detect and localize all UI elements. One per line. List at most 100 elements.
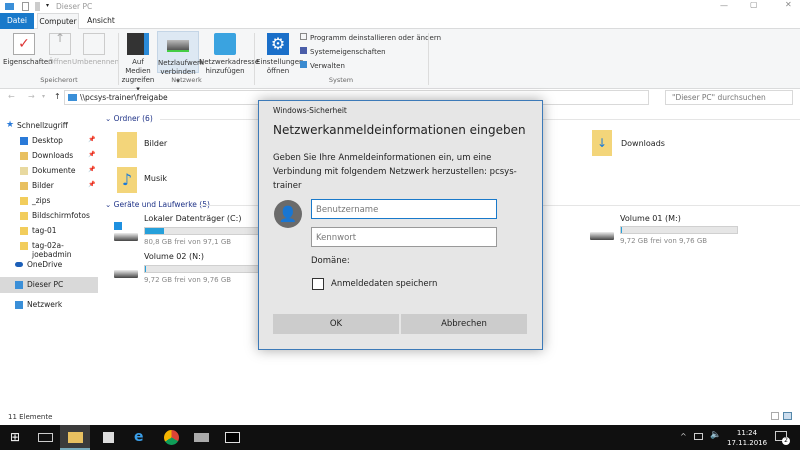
navigation-pane: ★ Schnellzugriff Desktop 📌 Downloads 📌 Dok… [0,110,100,310]
folder-icon [20,137,28,145]
up-icon[interactable]: ↑ [54,92,61,101]
label: Öffnen [48,58,72,66]
taskbar-explorer[interactable] [60,425,90,450]
drive-icon [114,270,138,278]
gear-icon: ⚙ [267,33,289,55]
drive-free-text: 9,72 GB frei von 9,76 GB [144,276,232,284]
properties-qat-icon[interactable] [22,2,29,11]
auf-medien-zugreifen-button[interactable]: Auf Medien zugreifen ▾ [120,33,156,94]
rename-icon [83,33,105,55]
label: tag-02a-joebadmin [32,241,72,259]
new-folder-qat-icon[interactable] [35,2,40,11]
server-manager-icon[interactable] [194,433,209,442]
folder-icon [20,152,28,160]
time: 11:24 [736,429,758,437]
verwalten-button[interactable]: Verwalten [300,61,345,71]
drive-usage-bar [620,226,738,234]
chrome-icon[interactable] [164,430,179,445]
cmd-icon[interactable] [225,432,240,443]
label: Volume 02 (N:) [144,252,204,261]
eigenschaften-button[interactable]: ✓ Eigenschaften [3,33,53,67]
netzwerkadresse-hinzufuegen-button[interactable]: Netzwerkadresse hinzufügen [199,33,260,76]
sidebar-item-dieser-pc[interactable]: Dieser PC [0,277,98,293]
clock[interactable]: 11:24 17.11.2016 [727,428,767,448]
drive-icon [114,233,138,241]
label: Verwalten [310,62,345,70]
label: Bilder [32,181,54,190]
remember-label[interactable]: Anmeldedaten speichern [331,279,437,289]
folder-icon [20,227,28,235]
remember-checkbox[interactable] [312,278,324,290]
start-windows-icon[interactable]: ⊞ [10,430,25,445]
credentials-dialog: Windows-Sicherheit Netzwerkanmeldeinform… [258,100,543,350]
address-path: \\pcsys-trainer\freigabe [80,93,168,102]
einstellungen-oeffnen-button[interactable]: ⚙ Einstellungen öffnen [256,33,303,76]
placeholder: Kennwort [316,233,357,243]
search-input[interactable]: "Dieser PC" durchsuchen [665,90,793,105]
group-label-netzwerk: Netzwerk [171,76,202,84]
dialog-title: Windows-Sicherheit [273,106,347,115]
pin-icon: 📌 [88,166,96,173]
pin-icon: 📌 [88,181,96,188]
pictures-folder-icon [117,132,137,158]
tab-computer[interactable]: Computer [37,13,79,29]
domain-label: Domäne: [311,256,350,266]
dialog-description: Geben Sie Ihre Anmeldeinformationen ein,… [273,153,517,191]
back-icon[interactable]: ← [8,92,15,101]
maximize-icon[interactable]: ▢ [750,0,758,9]
folders-group-header[interactable]: ⌄ Ordner (6) [105,114,153,123]
umbenennen-button[interactable]: Umbenennen [72,33,120,67]
sidebar-item-schnellzugriff[interactable]: Schnellzugriff [17,121,68,130]
label: Lokaler Datenträger (C:) [144,214,242,223]
drive-icon [590,232,614,240]
folder-icon [20,197,28,205]
recent-dropdown-icon[interactable]: ▾ [42,93,45,100]
systemeigenschaften-button[interactable]: Systemeigenschaften [300,47,386,57]
close-icon[interactable]: ✕ [785,0,792,9]
label: Netzwerkadresse [199,58,260,66]
tab-ansicht[interactable]: Ansicht [84,13,118,29]
cloud-icon [15,262,23,267]
label: Downloads [32,151,74,160]
network-tray-icon[interactable] [694,433,703,440]
computer-icon [15,281,23,289]
folder-icon [20,167,28,175]
placeholder: Benutzername [316,205,379,215]
label: Geräte und Laufwerke (5) [113,200,210,209]
password-input[interactable]: Kennwort [311,227,497,247]
label: _zips [32,196,51,205]
label: Dieser PC [27,280,64,289]
store-icon[interactable] [103,432,114,443]
drive-usage-bar [144,227,260,235]
group-label-speicherort: Speicherort [40,76,78,84]
tiles-view-icon[interactable] [783,412,792,420]
tab-datei[interactable]: Datei [0,13,34,29]
tray-chevron-icon[interactable]: ^ [680,432,687,441]
label: Bildschirmfotos [32,211,90,220]
minimize-icon[interactable]: — [720,1,728,10]
oeffnen-button[interactable]: ↑ Öffnen [46,32,74,67]
forward-icon[interactable]: → [28,92,35,101]
task-view-icon[interactable] [38,433,53,442]
ribbon: ✓ Eigenschaften ↑ Öffnen Umbenennen Speich… [0,29,800,93]
username-input[interactable]: Benutzername [311,199,497,219]
label: Auf Medien [125,58,151,75]
label: Umbenennen [72,58,120,66]
qat-dropdown-icon[interactable]: ▾ [46,2,49,9]
drive-free-text: 80,8 GB frei von 97,1 GB [144,238,232,246]
taskbar: ⊞ e ^ 🔈 11:24 17.11.2016 2 [0,425,800,450]
media-icon [127,33,149,55]
ok-button[interactable]: OK [273,314,399,334]
label: Volume 01 (M:) [620,214,681,223]
user-avatar-icon: 👤 [274,200,302,228]
label: Ordner (6) [113,114,153,123]
drives-group-header[interactable]: ⌄ Geräte und Laufwerke (5) [105,200,210,209]
label: Bilder [144,139,168,148]
volume-icon[interactable]: 🔈 [710,430,721,440]
edge-icon[interactable]: e [134,430,149,445]
programm-deinstallieren-button[interactable]: Programm deinstallieren oder ändern [300,33,441,43]
cancel-button[interactable]: Abbrechen [401,314,527,334]
label: Downloads [621,139,665,148]
details-view-icon[interactable] [771,412,779,420]
netzlaufwerk-verbinden-button[interactable]: Netzlaufwerk verbinden ▾ [157,31,204,85]
